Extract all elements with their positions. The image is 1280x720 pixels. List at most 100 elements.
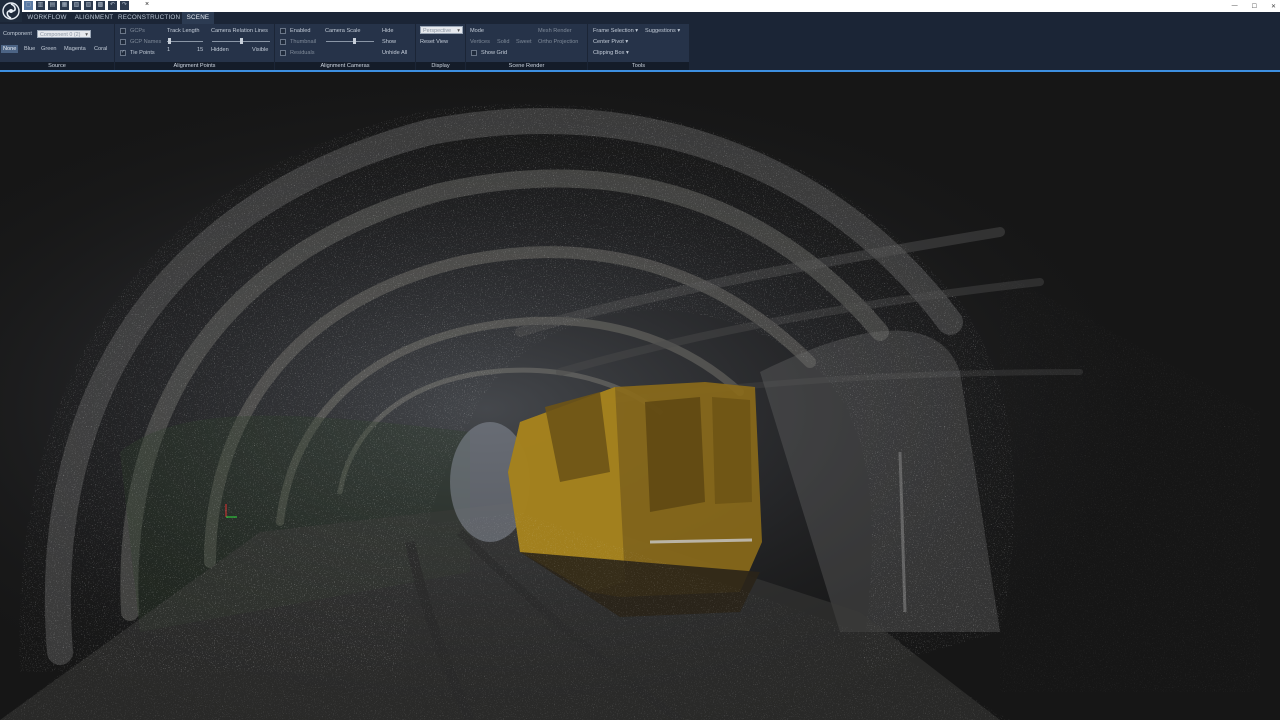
camera-scale-slider[interactable] — [326, 38, 374, 44]
window-controls: — ☐ ✕ — [1232, 0, 1276, 12]
enabled-checkbox[interactable] — [280, 28, 286, 34]
chevron-down-icon: ▾ — [457, 28, 460, 34]
component-select-value: Component 0 (2) — [40, 32, 81, 38]
vertices-button[interactable]: Vertices — [470, 39, 490, 45]
layout-6-icon[interactable]: ▨ — [84, 1, 93, 10]
color-blue-button[interactable]: Blue — [22, 45, 37, 53]
track-length-slider[interactable] — [167, 38, 203, 44]
visible-label: Visible — [252, 47, 269, 53]
gcp-names-label: GCP Names — [130, 39, 162, 45]
layout-7-icon[interactable]: ▩ — [96, 1, 105, 10]
ribbon-empty-area — [690, 24, 1280, 70]
solid-button[interactable]: Solid — [497, 39, 509, 45]
track-min-label: 1 — [167, 47, 171, 53]
quick-access-toolbar: ▢ ▥ ▤ ▦ ▧ ▨ ▩ ↶ ↷ — [24, 1, 129, 11]
track-length-label: Track Length — [167, 28, 200, 34]
scene-viewport[interactable] — [0, 72, 1280, 720]
color-none-button[interactable]: None — [1, 45, 19, 53]
hide-button[interactable]: Hide — [382, 28, 394, 34]
ortho-projection-button[interactable]: Ortho Projection — [538, 39, 578, 45]
group-display: Perspective ▾ Reset View Display — [416, 24, 466, 70]
tab-alignment[interactable]: ALIGNMENT — [72, 12, 116, 24]
point-speckles — [0, 72, 1280, 720]
hidden-label: Hidden — [211, 47, 229, 53]
show-grid-checkbox[interactable] — [471, 50, 477, 56]
chevron-down-icon: ▾ — [677, 28, 681, 34]
clipping-box-button[interactable]: Clipping Box ▾ — [593, 50, 629, 56]
projection-select-value: Perspective — [423, 28, 452, 34]
color-green-button[interactable]: Green — [39, 45, 59, 53]
group-label-scene-render: Scene Render — [466, 62, 587, 70]
camera-relation-lines-handle[interactable] — [240, 38, 243, 44]
unhide-all-button[interactable]: Unhide All — [382, 50, 407, 56]
color-magenta-button[interactable]: Magenta — [62, 45, 88, 53]
group-scene-render: Mode Mesh Render Vertices Solid Sweet Or… — [466, 24, 588, 70]
thumbnail-checkbox[interactable] — [280, 39, 286, 45]
group-alignment-points: GCPs GCP Names Tie Points Track Length 1… — [115, 24, 275, 70]
group-label-alignment-cameras: Alignment Cameras — [275, 62, 415, 70]
camera-relation-lines-slider[interactable] — [212, 38, 270, 44]
close-document-button[interactable]: × — [145, 1, 149, 8]
close-window-button[interactable]: ✕ — [1271, 3, 1276, 10]
camera-scale-handle[interactable] — [353, 38, 356, 44]
track-length-handle[interactable] — [168, 38, 171, 44]
gcps-checkbox[interactable] — [120, 28, 126, 34]
color-coral-button[interactable]: Coral — [92, 45, 109, 53]
center-pivot-button[interactable]: Center Pivot ▾ — [593, 39, 628, 45]
suggestions-label: Suggestions — [645, 28, 676, 34]
reset-view-button[interactable]: Reset View — [420, 39, 448, 45]
gcp-names-checkbox[interactable] — [120, 39, 126, 45]
component-label: Component — [3, 31, 32, 37]
residuals-checkbox[interactable] — [280, 50, 286, 56]
minimize-button[interactable]: — — [1232, 3, 1238, 9]
chevron-down-icon: ▾ — [85, 32, 88, 38]
residuals-label: Residuals — [290, 50, 315, 56]
tie-points-label: Tie Points — [130, 50, 155, 56]
group-label-tools: Tools — [588, 62, 689, 70]
frame-selection-button[interactable]: Frame Selection ▾ — [593, 28, 638, 34]
show-button[interactable]: Show — [382, 39, 396, 45]
mode-label: Mode — [470, 28, 484, 34]
group-label-display: Display — [416, 62, 465, 70]
clipping-box-label: Clipping Box — [593, 50, 625, 56]
frame-selection-label: Frame Selection — [593, 28, 634, 34]
group-source: Component Component 0 (2) ▾ None Blue Gr… — [0, 24, 115, 70]
title-bar: ▢ ▥ ▤ ▦ ▧ ▨ ▩ ↶ ↷ × — ☐ ✕ — [0, 0, 1280, 12]
mesh-render-button[interactable]: Mesh Render — [538, 28, 572, 34]
track-max-label: 15 — [197, 47, 204, 53]
camera-relation-lines-label: Camera Relation Lines — [211, 28, 268, 34]
layout-5-icon[interactable]: ▧ — [72, 1, 81, 10]
undo-icon[interactable]: ↶ — [108, 1, 117, 10]
layout-2-icon[interactable]: ▥ — [36, 1, 45, 10]
camera-scale-label: Camera Scale — [325, 28, 361, 34]
maximize-button[interactable]: ☐ — [1252, 3, 1257, 10]
group-label-alignment-points: Alignment Points — [115, 62, 274, 70]
group-alignment-cameras: Enabled Thumbnail Residuals Camera Scale… — [275, 24, 416, 70]
enabled-label: Enabled — [290, 28, 311, 34]
layout-4-icon[interactable]: ▦ — [60, 1, 69, 10]
redo-icon[interactable]: ↷ — [120, 1, 129, 10]
app-logo-icon — [2, 2, 20, 20]
group-label-source: Source — [0, 62, 114, 70]
sweet-button[interactable]: Sweet — [516, 39, 532, 45]
layout-1-icon[interactable]: ▢ — [24, 1, 33, 10]
group-tools: Frame Selection ▾ Suggestions ▾ Center P… — [588, 24, 690, 70]
app-logo[interactable] — [0, 0, 22, 22]
tab-reconstruction[interactable]: RECONSTRUCTION — [118, 12, 180, 24]
center-pivot-label: Center Pivot — [593, 39, 624, 45]
chevron-down-icon: ▾ — [625, 50, 629, 56]
tab-scene[interactable]: SCENE — [182, 12, 214, 24]
tab-workflow[interactable]: WORKFLOW — [24, 12, 70, 24]
menu-bar: WORKFLOW ALIGNMENT RECONSTRUCTION SCENE — [0, 12, 1280, 24]
thumbnail-label: Thumbnail — [290, 39, 317, 45]
layout-3-icon[interactable]: ▤ — [48, 1, 57, 10]
tie-points-checkbox[interactable] — [120, 49, 126, 56]
gcps-label: GCPs — [130, 28, 145, 34]
chevron-down-icon: ▾ — [625, 39, 629, 45]
chevron-down-icon: ▾ — [635, 28, 639, 34]
projection-select[interactable]: Perspective ▾ — [420, 26, 463, 34]
component-select[interactable]: Component 0 (2) ▾ — [37, 30, 91, 38]
point-cloud-render — [0, 72, 1280, 720]
show-grid-label: Show Grid — [481, 50, 508, 56]
suggestions-button[interactable]: Suggestions ▾ — [645, 28, 680, 34]
